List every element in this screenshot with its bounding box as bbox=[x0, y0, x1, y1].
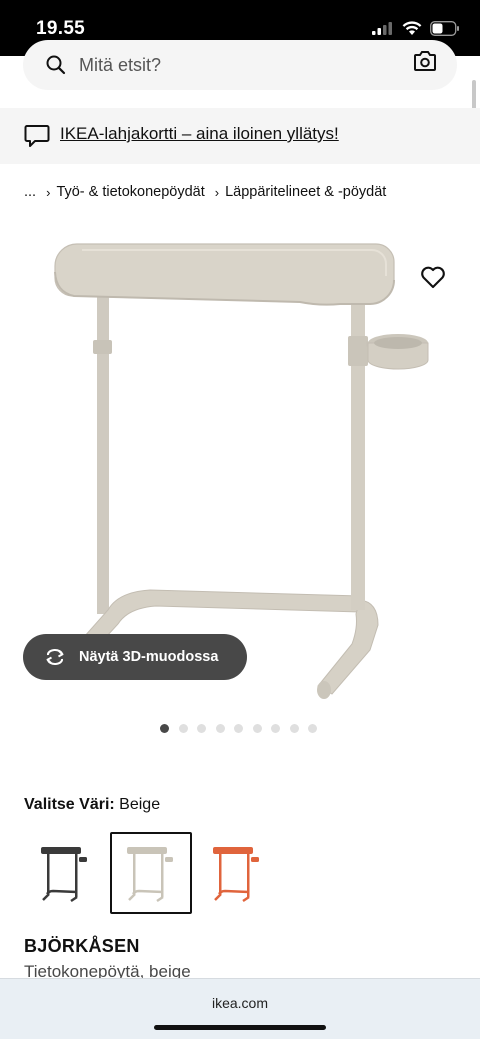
image-carousel-dots bbox=[160, 724, 317, 733]
carousel-dot[interactable] bbox=[197, 724, 206, 733]
status-time: 19.55 bbox=[36, 18, 86, 39]
breadcrumb-item-desks[interactable]: Työ- & tietokonepöydät bbox=[56, 184, 204, 200]
browser-bar: ikea.com bbox=[0, 978, 480, 1039]
desk-thumbnail-icon bbox=[127, 847, 173, 903]
gift-card-link[interactable]: IKEA-lahjakortti – aina iloinen yllätys! bbox=[60, 124, 339, 144]
battery-icon bbox=[430, 20, 459, 36]
browser-url[interactable]: ikea.com bbox=[0, 995, 480, 1011]
carousel-dot[interactable] bbox=[271, 724, 280, 733]
home-indicator[interactable] bbox=[154, 1025, 326, 1030]
carousel-dot[interactable] bbox=[252, 724, 262, 733]
color-swatch-orange[interactable] bbox=[196, 832, 278, 914]
carousel-dot[interactable] bbox=[234, 724, 243, 733]
camera-icon[interactable] bbox=[413, 50, 437, 72]
cellular-signal-icon bbox=[372, 22, 392, 35]
color-value: Beige bbox=[119, 796, 161, 813]
heart-icon[interactable] bbox=[418, 262, 448, 292]
rotate-3d-icon bbox=[46, 648, 64, 666]
view-3d-button[interactable]: Näytä 3D-muodossa bbox=[23, 634, 247, 680]
carousel-dot[interactable] bbox=[160, 724, 169, 733]
status-icons bbox=[372, 19, 460, 37]
carousel-dot[interactable] bbox=[215, 724, 225, 733]
carousel-dot[interactable] bbox=[289, 724, 299, 733]
gift-card-banner[interactable]: IKEA-lahjakortti – aina iloinen yllätys! bbox=[0, 108, 480, 164]
search-icon bbox=[46, 55, 66, 75]
carousel-dot[interactable] bbox=[178, 724, 188, 733]
color-swatches bbox=[24, 832, 278, 914]
color-label: Valitse Väri: bbox=[24, 796, 115, 813]
color-swatch-beige[interactable] bbox=[110, 832, 192, 914]
color-swatch-dark-grey[interactable] bbox=[24, 832, 106, 914]
chevron-right-icon: › bbox=[214, 184, 220, 200]
product-name: BJÖRKÅSEN bbox=[24, 936, 140, 956]
search-bar[interactable] bbox=[23, 40, 457, 90]
desk-thumbnail-icon bbox=[41, 847, 87, 903]
breadcrumb: ... › Työ- & tietokonepöydät › Läppärite… bbox=[24, 182, 386, 202]
chevron-right-icon: › bbox=[46, 184, 51, 200]
breadcrumb-ellipsis[interactable]: ... bbox=[24, 184, 36, 200]
view-3d-label: Näytä 3D-muodossa bbox=[79, 649, 219, 665]
breadcrumb-item-laptop-stands[interactable]: Läppäritelineet & -pöydät bbox=[225, 184, 386, 200]
color-selector-heading: Valitse Väri: Beige bbox=[24, 796, 160, 814]
wifi-icon bbox=[402, 20, 422, 35]
speech-bubble-icon bbox=[24, 125, 50, 147]
carousel-dot[interactable] bbox=[308, 724, 317, 733]
desk-thumbnail-icon bbox=[213, 847, 259, 903]
search-input[interactable] bbox=[79, 48, 399, 82]
